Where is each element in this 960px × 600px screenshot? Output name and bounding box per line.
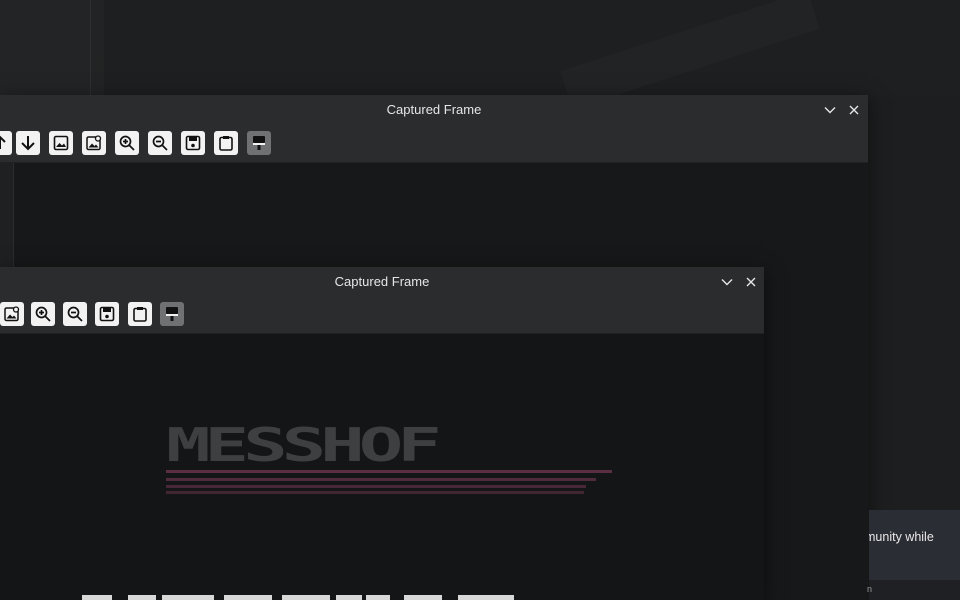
window-titlebar[interactable]: Captured Frame xyxy=(0,267,764,296)
minimize-button[interactable] xyxy=(820,100,840,120)
paint-brush-icon xyxy=(166,307,178,321)
tool-zoom-in[interactable] xyxy=(115,131,139,155)
tool-image-search[interactable] xyxy=(0,302,24,326)
zoom-out-icon xyxy=(152,135,168,151)
window-toolbar xyxy=(0,296,764,334)
clipboard-icon xyxy=(133,307,147,322)
close-icon xyxy=(849,105,859,115)
notification-footer: n xyxy=(867,580,960,600)
zoom-out-icon xyxy=(67,306,83,322)
save-icon xyxy=(185,135,201,151)
background-window-left xyxy=(0,0,91,95)
logo-stripe xyxy=(166,491,584,494)
tool-save[interactable] xyxy=(181,131,205,155)
zoom-in-icon xyxy=(119,135,135,151)
zoom-in-icon xyxy=(35,306,51,322)
background-window-right xyxy=(104,0,960,95)
paint-brush-icon xyxy=(253,136,265,150)
tool-paint[interactable] xyxy=(247,131,271,155)
tool-clipboard[interactable] xyxy=(214,131,238,155)
close-button[interactable] xyxy=(844,100,864,120)
background-window-edge xyxy=(868,95,960,510)
minimize-button[interactable] xyxy=(717,272,737,292)
window-titlebar[interactable]: Captured Frame xyxy=(0,95,868,124)
tool-partial[interactable] xyxy=(0,131,12,155)
tool-image-search[interactable] xyxy=(82,131,106,155)
window-title: Captured Frame xyxy=(386,102,482,117)
arrow-down-icon xyxy=(21,136,35,151)
notification-text: munity while xyxy=(869,530,934,544)
captured-logo: MESSHOF xyxy=(166,419,612,497)
tool-zoom-in[interactable] xyxy=(31,302,55,326)
tool-clipboard[interactable] xyxy=(128,302,152,326)
logo-stripe xyxy=(166,478,596,481)
tool-zoom-out[interactable] xyxy=(63,302,87,326)
captured-logo-text: MESSHOF xyxy=(166,419,442,473)
tool-zoom-out[interactable] xyxy=(148,131,172,155)
chevron-down-icon xyxy=(824,107,836,114)
tool-move-down[interactable] xyxy=(16,131,40,155)
chevron-down-icon xyxy=(721,279,733,286)
notification-subtext: n xyxy=(867,584,873,594)
window-title: Captured Frame xyxy=(334,274,430,289)
tool-save[interactable] xyxy=(95,302,119,326)
image-search-icon xyxy=(86,135,102,151)
image-icon xyxy=(53,135,69,151)
notification-toast[interactable]: munity while xyxy=(869,510,960,580)
clipboard-icon xyxy=(219,136,233,151)
close-button[interactable] xyxy=(741,272,761,292)
image-search-icon xyxy=(4,306,20,322)
arrow-up-partial-icon xyxy=(0,135,6,149)
tool-paint[interactable] xyxy=(160,302,184,326)
save-icon xyxy=(99,306,115,322)
close-icon xyxy=(746,277,756,287)
window-toolbar xyxy=(0,124,868,163)
logo-stripe xyxy=(166,485,586,488)
tool-image[interactable] xyxy=(49,131,73,155)
